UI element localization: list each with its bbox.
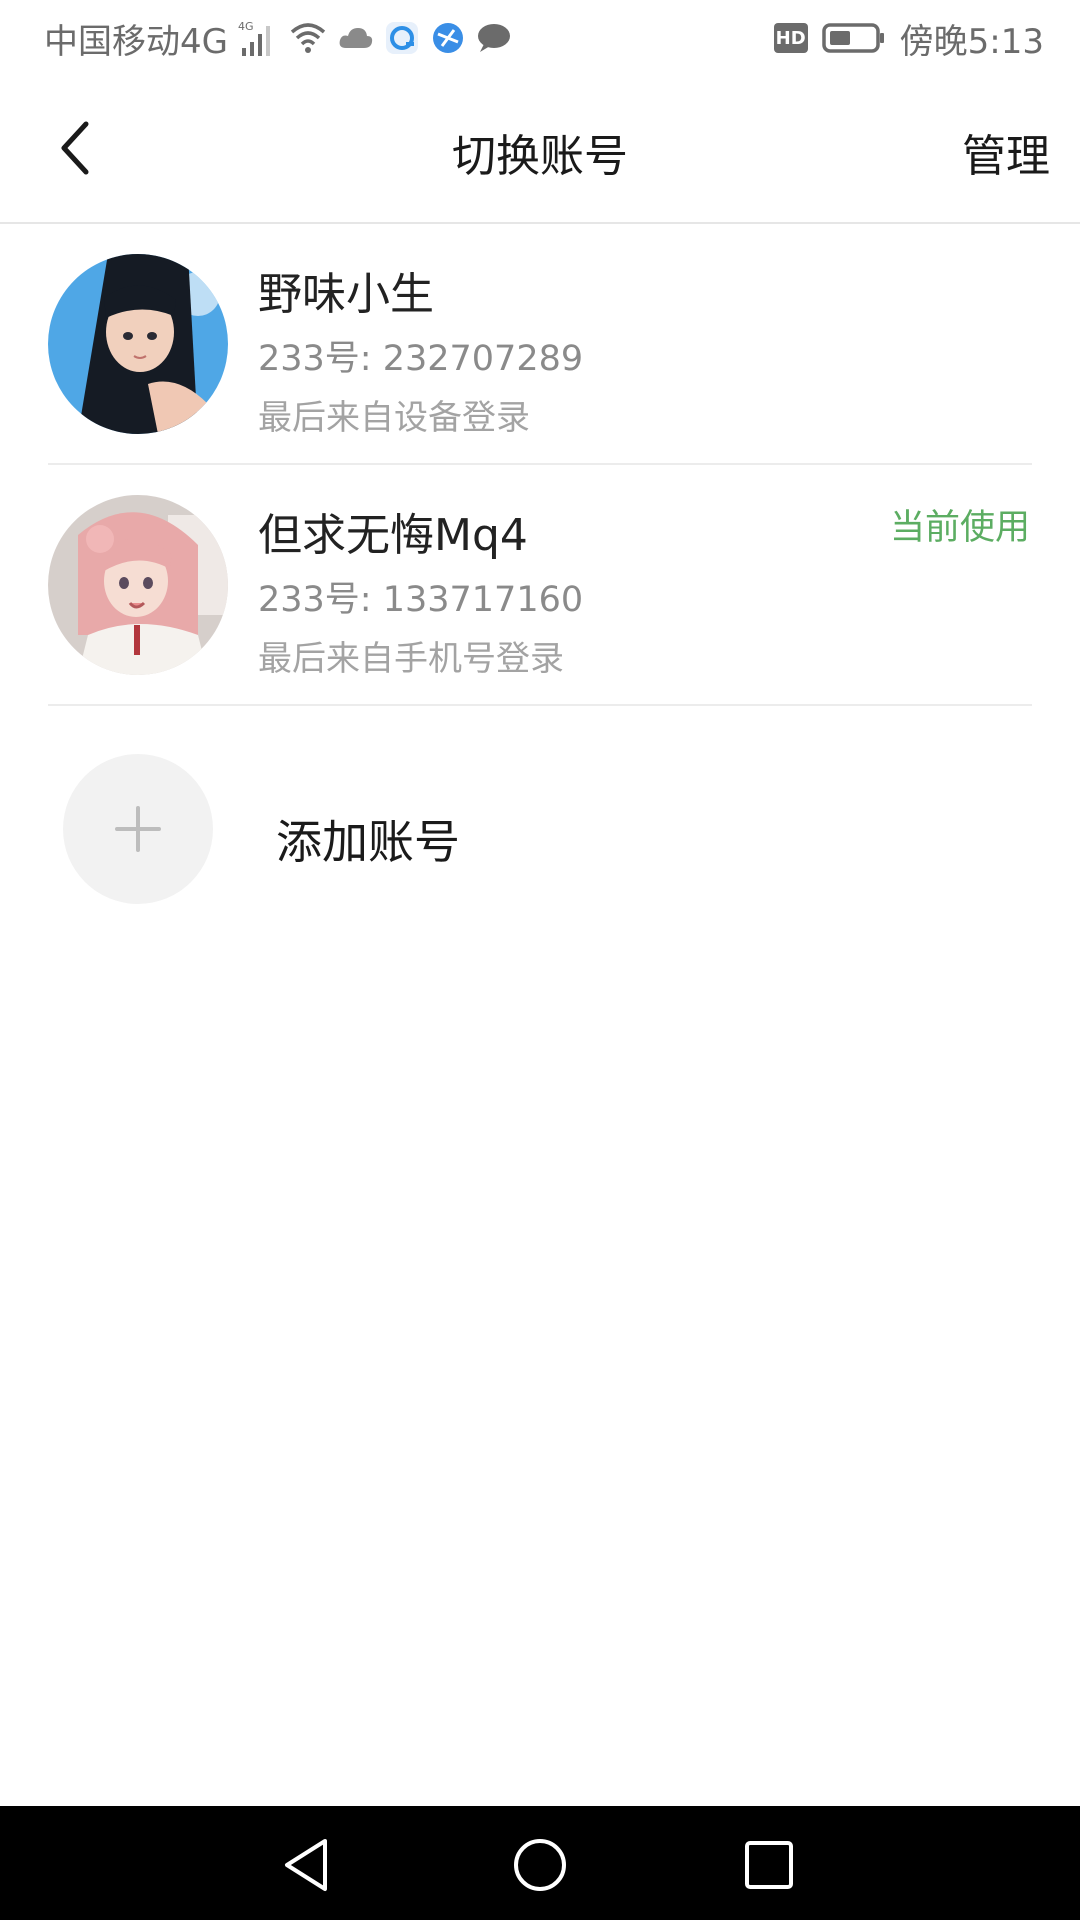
top-bar: 切换账号 管理 — [0, 76, 1080, 224]
current-account-badge: 当前使用 — [889, 508, 1030, 548]
wifi-icon — [288, 20, 328, 56]
account-id: 233号: 232707289 — [258, 339, 584, 379]
status-bar-right: HD 傍晚5:13 — [773, 12, 1044, 64]
circle-home-icon — [514, 1839, 566, 1891]
browser-icon — [430, 20, 466, 56]
nav-back-button[interactable] — [272, 1830, 342, 1900]
hd-badge: HD — [773, 23, 808, 53]
navigation-bar — [0, 1806, 1080, 1920]
account-name: 但求无悔Mq4 — [258, 510, 528, 561]
account-login-source: 最后来自手机号登录 — [258, 639, 564, 679]
manage-button[interactable]: 管理 — [962, 120, 1050, 184]
page-title: 切换账号 — [452, 131, 628, 182]
app-notification-icon — [384, 20, 420, 56]
square-recents-icon — [745, 1841, 793, 1889]
battery-icon — [821, 22, 886, 54]
cloud-icon — [338, 24, 374, 52]
avatar — [48, 254, 228, 434]
account-login-source: 最后来自设备登录 — [258, 398, 530, 438]
message-icon — [476, 22, 512, 54]
add-account-label: 添加账号 — [276, 815, 460, 869]
account-name: 野味小生 — [258, 269, 434, 320]
avatar — [48, 495, 228, 675]
triangle-back-icon — [285, 1839, 327, 1891]
nav-home-button[interactable] — [505, 1830, 575, 1900]
account-row[interactable]: 但求无悔Mq4 当前使用 233号: 133717160 最后来自手机号登录 — [0, 465, 1080, 706]
add-account-circle — [63, 754, 213, 904]
signal-icon: 4G — [238, 18, 278, 58]
nav-recents-button[interactable] — [734, 1830, 804, 1900]
plus-icon — [115, 806, 161, 852]
clock: 傍晚5:13 — [899, 21, 1044, 62]
account-list: 野味小生 233号: 232707289 最后来自设备登录 但求无悔Mq4 当前… — [0, 224, 1080, 706]
switch-account-screen: 中国移动4G 4G HD 傍晚5:13 切换账号 管理 野味小生 233号: 2… — [0, 0, 1080, 1920]
status-bar-left: 中国移动4G 4G — [44, 12, 512, 64]
account-row[interactable]: 野味小生 233号: 232707289 最后来自设备登录 — [0, 224, 1080, 465]
account-id: 233号: 133717160 — [258, 580, 584, 620]
status-bar: 中国移动4G 4G HD 傍晚5:13 — [0, 0, 1080, 76]
carrier-label: 中国移动4G — [44, 21, 228, 62]
add-account-button[interactable]: 添加账号 — [0, 706, 1080, 946]
svg-text:4G: 4G — [238, 20, 254, 33]
